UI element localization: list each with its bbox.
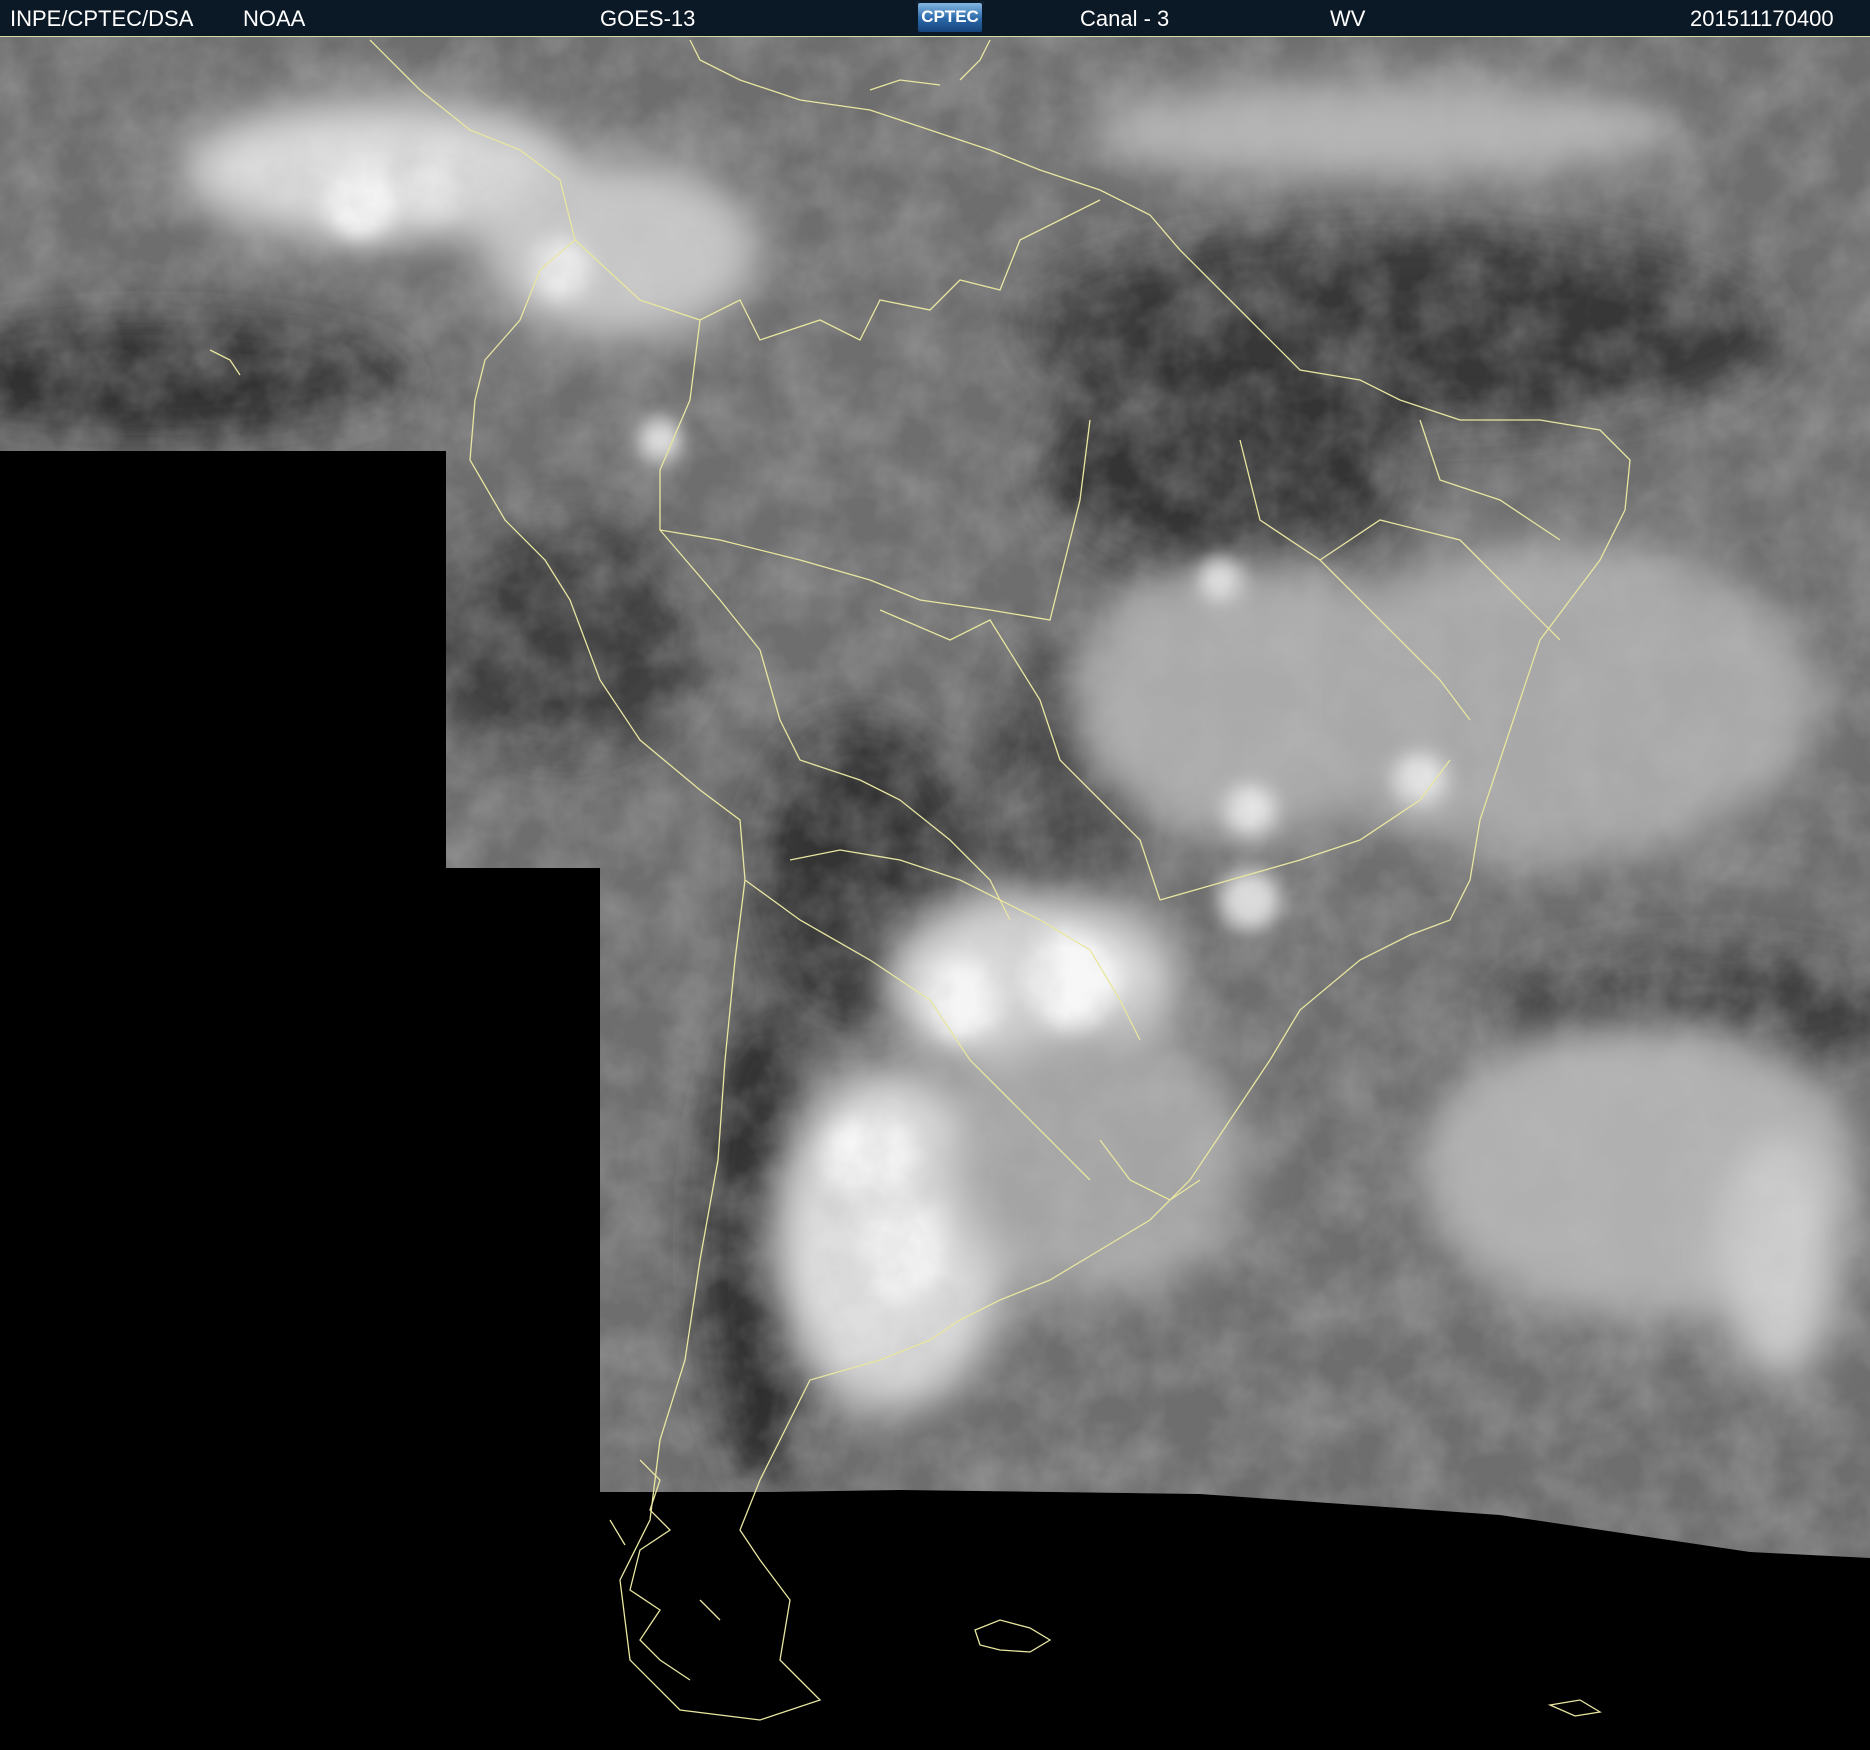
satellite-label: GOES-13 <box>600 6 696 31</box>
cptec-logo: CPTEC <box>916 1 984 34</box>
channel-label: Canal - 3 <box>1080 6 1170 31</box>
timestamp-label: 201511170400 <box>1690 6 1834 31</box>
water-vapor-image <box>0 37 1870 1750</box>
header-bar: INPE/CPTEC/DSA NOAA GOES-13 CPTEC Canal … <box>0 0 1870 37</box>
agency-label: INPE/CPTEC/DSA <box>10 6 194 31</box>
band-label: WV <box>1330 6 1366 31</box>
partner-label: NOAA <box>243 6 306 31</box>
